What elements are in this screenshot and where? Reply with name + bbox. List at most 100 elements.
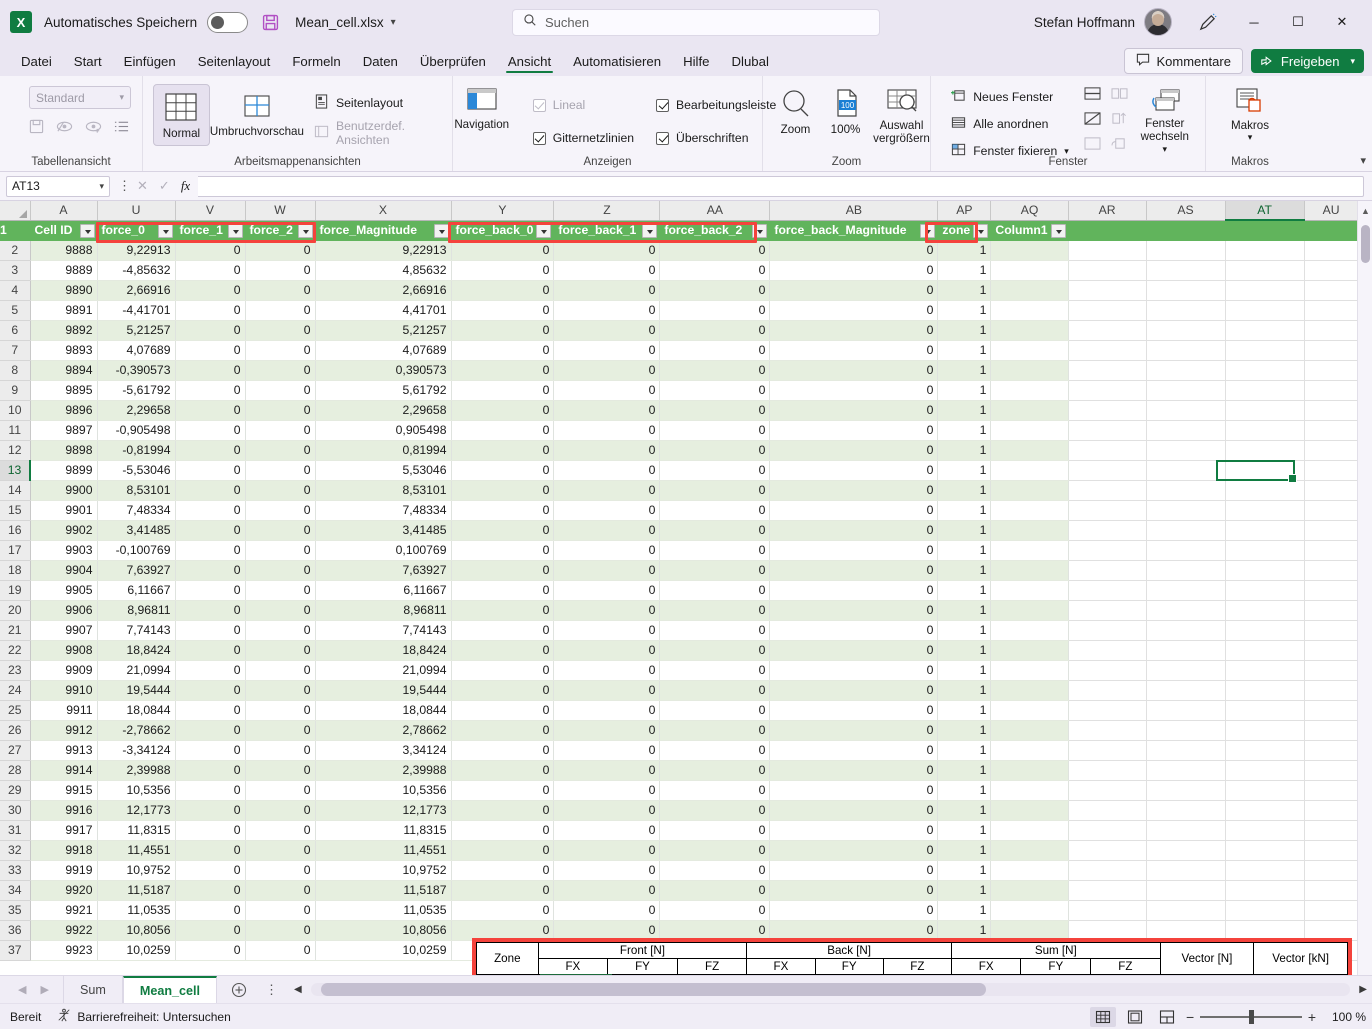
empty-cell[interactable] bbox=[1225, 560, 1304, 580]
table-row[interactable]: 35992111,05350011,053500001 bbox=[0, 900, 1358, 920]
grid-cell[interactable]: 0 bbox=[770, 880, 938, 900]
close-button[interactable]: ✕ bbox=[1320, 5, 1364, 39]
check-gitternetzlinien[interactable]: Gitternetzlinien bbox=[529, 127, 638, 149]
grid-cell[interactable] bbox=[991, 780, 1068, 800]
grid-cell[interactable]: 11,8315 bbox=[315, 820, 451, 840]
grid-cell[interactable]: 0 bbox=[451, 700, 554, 720]
filter-dropdown-icon[interactable] bbox=[158, 224, 173, 238]
empty-cell[interactable] bbox=[1225, 920, 1304, 940]
column-header-V[interactable]: V bbox=[175, 201, 245, 220]
empty-cell[interactable] bbox=[1304, 880, 1358, 900]
grid-cell[interactable]: 7,48334 bbox=[97, 500, 175, 520]
grid-cell[interactable]: 1 bbox=[938, 380, 991, 400]
empty-cell[interactable] bbox=[1225, 500, 1304, 520]
grid-cell[interactable]: 0 bbox=[660, 800, 770, 820]
avatar[interactable] bbox=[1144, 8, 1172, 36]
header-zone[interactable]: zone bbox=[938, 220, 991, 240]
grid-cell[interactable]: 19,5444 bbox=[315, 680, 451, 700]
grid-cell[interactable]: 0 bbox=[554, 620, 660, 640]
header-force-back-1[interactable]: force_back_1 bbox=[554, 220, 660, 240]
grid-cell[interactable]: 0 bbox=[554, 420, 660, 440]
grid-cell[interactable]: 0 bbox=[770, 640, 938, 660]
empty-cell[interactable] bbox=[1146, 500, 1225, 520]
grid-cell[interactable]: 0 bbox=[175, 940, 245, 960]
grid-cell[interactable]: 0 bbox=[770, 420, 938, 440]
empty-cell[interactable] bbox=[1146, 640, 1225, 660]
grid-cell[interactable]: 9900 bbox=[30, 480, 97, 500]
grid-cell[interactable] bbox=[991, 320, 1068, 340]
grid-cell[interactable] bbox=[991, 420, 1068, 440]
table-row[interactable]: 30991612,17730012,177300001 bbox=[0, 800, 1358, 820]
file-name[interactable]: Mean_cell.xlsx bbox=[295, 15, 384, 30]
filter-dropdown-icon[interactable] bbox=[642, 224, 657, 238]
grid-cell[interactable]: 9909 bbox=[30, 660, 97, 680]
grid-cell[interactable]: 0 bbox=[175, 580, 245, 600]
grid-cell[interactable]: 9922 bbox=[30, 920, 97, 940]
grid-cell[interactable]: 0 bbox=[770, 800, 938, 820]
table-row[interactable]: 269912-2,78662002,7866200001 bbox=[0, 720, 1358, 740]
row-header-34[interactable]: 34 bbox=[0, 880, 30, 900]
empty-cell[interactable] bbox=[1304, 220, 1358, 240]
grid-cell[interactable]: 1 bbox=[938, 720, 991, 740]
grid-cell[interactable]: 0 bbox=[770, 660, 938, 680]
grid-cell[interactable]: 0 bbox=[660, 720, 770, 740]
grid-cell[interactable]: 12,1773 bbox=[315, 800, 451, 820]
empty-cell[interactable] bbox=[1225, 280, 1304, 300]
empty-cell[interactable] bbox=[1146, 440, 1225, 460]
overlay-cell-front-fy[interactable]: 0 bbox=[608, 975, 678, 976]
grid-cell[interactable]: 1 bbox=[938, 900, 991, 920]
grid-cell[interactable]: 11,5187 bbox=[315, 880, 451, 900]
grid-cell[interactable]: 9904 bbox=[30, 560, 97, 580]
grid-cell[interactable]: 0,81994 bbox=[315, 440, 451, 460]
column-header-AA[interactable]: AA bbox=[660, 201, 770, 220]
empty-cell[interactable] bbox=[1304, 400, 1358, 420]
freeze-panes-chevron-down-icon[interactable]: ▾ bbox=[1064, 146, 1069, 157]
empty-cell[interactable] bbox=[1304, 800, 1358, 820]
header-cell-id[interactable]: Cell ID bbox=[30, 220, 97, 240]
grid-cell[interactable]: 4,07689 bbox=[97, 340, 175, 360]
table-row[interactable]: 119897-0,905498000,90549800001 bbox=[0, 420, 1358, 440]
empty-cell[interactable] bbox=[1225, 380, 1304, 400]
table-row[interactable]: 34992011,51870011,518700001 bbox=[0, 880, 1358, 900]
empty-cell[interactable] bbox=[1225, 680, 1304, 700]
empty-cell[interactable] bbox=[1068, 360, 1146, 380]
grid-cell[interactable]: 0 bbox=[770, 600, 938, 620]
empty-cell[interactable] bbox=[1304, 560, 1358, 580]
grid-cell[interactable]: -4,41701 bbox=[97, 300, 175, 320]
grid-cell[interactable]: 10,9752 bbox=[97, 860, 175, 880]
grid-cell[interactable]: 0 bbox=[245, 280, 315, 300]
grid-cell[interactable]: 0 bbox=[245, 700, 315, 720]
grid-cell[interactable]: -0,81994 bbox=[97, 440, 175, 460]
file-menu-chevron-icon[interactable]: ▾ bbox=[391, 17, 396, 28]
grid-cell[interactable]: 9908 bbox=[30, 640, 97, 660]
grid-cell[interactable]: 18,0844 bbox=[97, 700, 175, 720]
grid-cell[interactable]: 0 bbox=[554, 240, 660, 260]
empty-cell[interactable] bbox=[1304, 240, 1358, 260]
overlay-cell-sum-fz[interactable]: 0 bbox=[1091, 975, 1160, 976]
empty-cell[interactable] bbox=[1146, 380, 1225, 400]
empty-cell[interactable] bbox=[1225, 240, 1304, 260]
grid-cell[interactable]: 0 bbox=[660, 600, 770, 620]
grid-cell[interactable]: 1 bbox=[938, 700, 991, 720]
grid-cell[interactable]: 10,5356 bbox=[97, 780, 175, 800]
checkbox-ueberschriften-icon[interactable] bbox=[656, 132, 669, 145]
grid-cell[interactable]: 0 bbox=[245, 920, 315, 940]
view-pagebreak-button[interactable]: Umbruchvorschau bbox=[210, 84, 304, 146]
grid-cell[interactable]: 0 bbox=[770, 460, 938, 480]
grid-cell[interactable]: 0 bbox=[245, 320, 315, 340]
grid-cell[interactable]: 0 bbox=[554, 380, 660, 400]
grid-cell[interactable]: 0 bbox=[451, 340, 554, 360]
row-header-16[interactable]: 16 bbox=[0, 520, 30, 540]
grid-cell[interactable]: -5,53046 bbox=[97, 460, 175, 480]
search-box[interactable]: Suchen bbox=[512, 9, 880, 36]
zoom-in-icon[interactable]: + bbox=[1308, 1009, 1316, 1025]
grid-cell[interactable]: 0 bbox=[175, 600, 245, 620]
empty-cell[interactable] bbox=[1304, 660, 1358, 680]
grid-cell[interactable] bbox=[991, 720, 1068, 740]
grid-cell[interactable] bbox=[991, 760, 1068, 780]
grid-cell[interactable]: 0 bbox=[554, 560, 660, 580]
grid-cell[interactable]: 0 bbox=[175, 240, 245, 260]
grid-cell[interactable]: 9920 bbox=[30, 880, 97, 900]
filter-dropdown-icon[interactable] bbox=[298, 224, 313, 238]
grid-cell[interactable] bbox=[991, 280, 1068, 300]
